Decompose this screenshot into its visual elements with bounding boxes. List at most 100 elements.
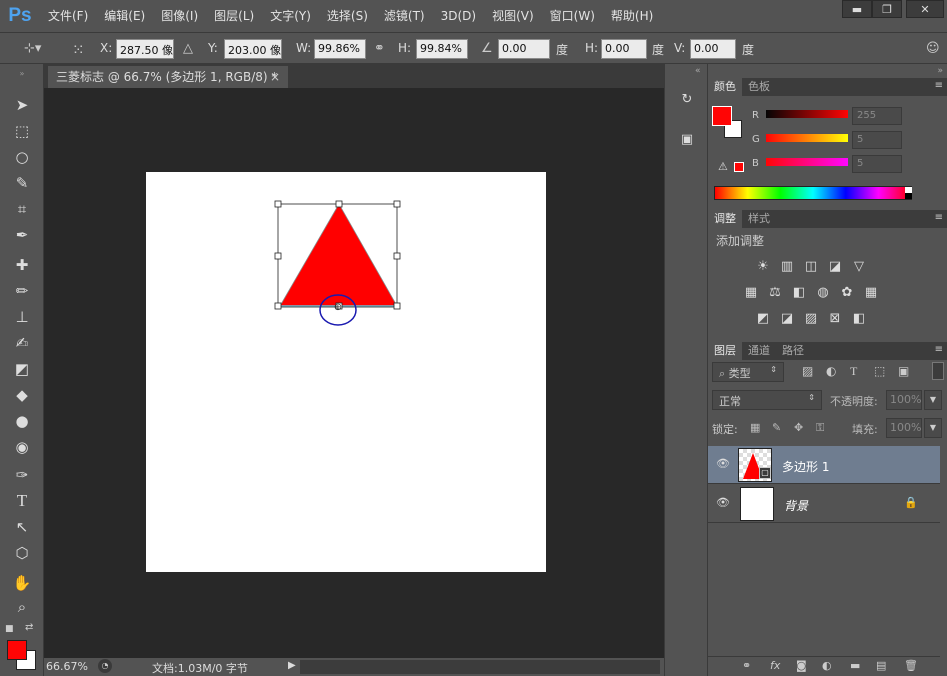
color-spectrum[interactable] (714, 186, 912, 200)
new-group-icon[interactable]: ▬ (850, 659, 860, 672)
black-white-ramp[interactable] (905, 187, 912, 199)
blend-mode-dropdown[interactable]: 正常 ⇕ (712, 390, 822, 410)
collapse-icon[interactable]: » (10, 68, 34, 78)
close-button[interactable]: ✕ (906, 0, 944, 18)
vibrance-icon[interactable]: ▽ (850, 258, 868, 274)
menu-edit[interactable]: 编辑(E) (96, 0, 153, 32)
width-field[interactable]: 99.86% (314, 39, 366, 59)
type-filter-icon[interactable]: T (850, 364, 857, 379)
layer-filter-dropdown[interactable]: ⌕ 类型 ⇕ (712, 362, 784, 382)
panels-collapse-icon[interactable]: » (937, 66, 943, 76)
paint-bucket-tool-icon[interactable]: ◆ (10, 384, 34, 406)
menu-layer[interactable]: 图层(L) (206, 0, 262, 32)
threshold-icon[interactable]: ▨ (802, 310, 820, 326)
menu-select[interactable]: 选择(S) (319, 0, 376, 32)
foreground-color-swatch[interactable] (7, 640, 27, 660)
color-balance-icon[interactable]: ⚖ (766, 284, 784, 300)
menu-type[interactable]: 文字(Y) (262, 0, 319, 32)
lock-pixels-icon[interactable]: ✎ (772, 421, 781, 434)
channel-mixer-icon[interactable]: ✿ (838, 284, 856, 300)
panel-menu-icon[interactable]: ≡ (935, 80, 943, 91)
reference-point-icon[interactable]: ⊕ (334, 302, 342, 313)
delete-layer-icon[interactable]: 🗑 (904, 659, 918, 672)
tab-paths[interactable]: 路径 (776, 342, 810, 360)
levels-icon[interactable]: ▥ (778, 258, 796, 274)
filter-toggle[interactable] (932, 362, 944, 380)
shape-tool-icon[interactable]: ⬡ (10, 542, 34, 564)
transform-overlay[interactable]: ⊕ (270, 196, 410, 332)
zoom-tool-icon[interactable]: ⌕ (10, 596, 34, 618)
menu-3d[interactable]: 3D(D) (433, 0, 484, 32)
document-tab[interactable]: 三菱标志 @ 66.7% (多边形 1, RGB/8) * × (48, 66, 288, 88)
lasso-tool-icon[interactable]: ○ (10, 146, 34, 168)
fill-field[interactable]: 100% (886, 418, 922, 438)
opacity-field[interactable]: 100% (886, 390, 922, 410)
menu-window[interactable]: 窗口(W) (542, 0, 603, 32)
panel-menu-icon[interactable]: ≡ (935, 344, 943, 355)
brush-tool-icon[interactable]: ✏ (10, 280, 34, 302)
workspace-icon[interactable]: ☺ (926, 41, 940, 56)
history-brush-tool-icon[interactable]: ✍ (10, 332, 34, 354)
b-value[interactable]: 5 (852, 155, 902, 173)
hand-tool-icon[interactable]: ✋ (10, 572, 34, 594)
horizontal-scrollbar[interactable] (300, 660, 660, 674)
menu-filter[interactable]: 滤镜(T) (376, 0, 433, 32)
eye-icon[interactable]: 👁 (716, 496, 730, 509)
photo-filter-icon[interactable]: ◍ (814, 284, 832, 300)
default-colors-icon[interactable]: ■ (5, 624, 14, 634)
dodge-tool-icon[interactable]: ◉ (10, 436, 34, 458)
layer-row-background[interactable]: 👁 背景 🔒 (708, 485, 940, 523)
black-white-icon[interactable]: ◧ (790, 284, 808, 300)
menu-file[interactable]: 文件(F) (40, 0, 96, 32)
pixel-filter-icon[interactable]: ▨ (802, 364, 813, 378)
new-adjustment-icon[interactable]: ◐ (822, 659, 832, 672)
selective-color-icon[interactable]: ◧ (850, 310, 868, 326)
dock-collapse-icon[interactable]: « (695, 66, 701, 76)
new-layer-icon[interactable]: ▤ (876, 659, 886, 672)
marquee-tool-icon[interactable]: ⬚ (10, 120, 34, 142)
angle-field[interactable]: 0.00 (498, 39, 550, 59)
b-slider[interactable] (766, 158, 848, 166)
menu-image[interactable]: 图像(I) (153, 0, 206, 32)
eyedropper-tool-icon[interactable]: ✒ (10, 224, 34, 246)
color-lookup-icon[interactable]: ▦ (862, 284, 880, 300)
zoom-level[interactable]: 66.67% (46, 660, 88, 673)
vskew-field[interactable]: 0.00 (690, 39, 736, 59)
layer-name[interactable]: 多边形 1 (782, 458, 829, 475)
gamut-warning-icon[interactable]: ⚠ (718, 160, 728, 173)
fill-chevron-icon[interactable]: ▼ (924, 418, 942, 438)
tab-channels[interactable]: 通道 (742, 342, 776, 360)
eye-icon[interactable]: 👁 (716, 457, 730, 470)
menu-view[interactable]: 视图(V) (484, 0, 542, 32)
shape-filter-icon[interactable]: ⬚ (874, 364, 885, 378)
tab-adjustments[interactable]: 调整 (708, 210, 742, 228)
posterize-icon[interactable]: ◪ (778, 310, 796, 326)
close-tab-icon[interactable]: × (270, 66, 280, 88)
restore-button[interactable]: ❐ (872, 0, 902, 18)
move-tool-icon[interactable]: ➤ (10, 94, 34, 116)
link-layers-icon[interactable]: ⚭ (742, 659, 751, 672)
3d-panel-icon[interactable]: ▣ (677, 132, 697, 150)
height-field[interactable]: 99.84% (416, 39, 468, 59)
r-slider[interactable] (766, 110, 848, 118)
path-select-tool-icon[interactable]: ↖ (10, 516, 34, 538)
g-slider[interactable] (766, 134, 848, 142)
tab-swatches[interactable]: 色板 (742, 78, 776, 96)
eraser-tool-icon[interactable]: ◩ (10, 358, 34, 380)
gradient-map-icon[interactable]: ⊠ (826, 310, 844, 326)
lock-position-icon[interactable]: ✥ (794, 421, 803, 434)
brightness-icon[interactable]: ☀ (754, 258, 772, 274)
opacity-chevron-icon[interactable]: ▼ (924, 390, 942, 410)
add-mask-icon[interactable]: ◙ (796, 659, 807, 672)
link-icon[interactable]: ⚭ (374, 41, 385, 56)
status-menu-arrow-icon[interactable]: ▶ (288, 660, 296, 671)
transform-tool-icon[interactable]: ⊹▾ (24, 41, 41, 56)
delta-icon[interactable]: △ (183, 41, 193, 56)
panel-menu-icon[interactable]: ≡ (935, 212, 943, 223)
healing-brush-tool-icon[interactable]: ✚ (10, 254, 34, 276)
invert-icon[interactable]: ◩ (754, 310, 772, 326)
reference-point-icon[interactable]: ⁙ (72, 41, 85, 59)
layer-name[interactable]: 背景 (784, 497, 808, 514)
stamp-tool-icon[interactable]: ⊥ (10, 306, 34, 328)
layer-row-polygon[interactable]: 👁 ▢ 多边形 1 (708, 446, 940, 484)
